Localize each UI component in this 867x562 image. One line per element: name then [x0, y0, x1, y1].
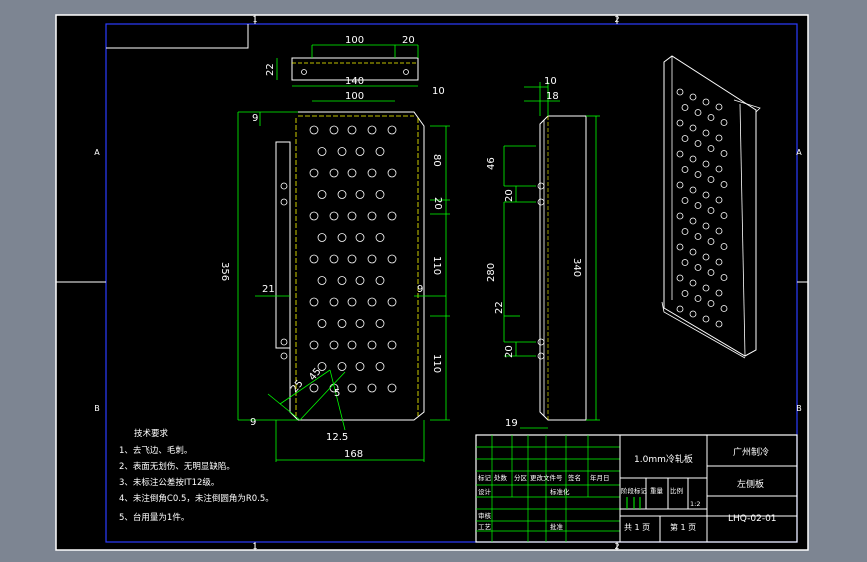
zone-letter-left-b: B — [94, 404, 100, 413]
dim-angle-5: 5 — [334, 388, 340, 399]
cad-drawing-canvas: 1 2 1 2 A B A B 100 20 22 10 140 100 9 3… — [0, 0, 867, 562]
part-name: 左侧板 — [737, 478, 764, 490]
sheet-current: 第 1 页 — [670, 522, 696, 532]
dim-side-left-22: 22 — [494, 301, 505, 314]
zone-number-bottom-2: 2 — [614, 542, 619, 551]
company-name: 广州制冷 — [733, 446, 769, 458]
rev-header-date: 年月日 — [590, 473, 610, 482]
dim-right-10: 10 — [432, 86, 445, 97]
dim-width-140: 140 — [345, 76, 364, 87]
dim-bottom-168: 168 — [344, 449, 363, 460]
dim-side-right-340: 340 — [571, 258, 582, 277]
zone-number-bottom-1: 1 — [252, 542, 257, 551]
rev-header-count: 处数 — [494, 473, 508, 482]
role-process: 工艺 — [478, 523, 492, 531]
dim-width-100: 100 — [345, 91, 364, 102]
role-approve: 批准 — [550, 522, 564, 531]
tech-note-1: 1、去飞边、毛刺。 — [119, 445, 192, 456]
dim-side-left-46: 46 — [486, 157, 497, 170]
sheet-total: 共 1 页 — [624, 523, 650, 532]
dim-right-20: 20 — [432, 197, 443, 210]
dim-side-bottom-19: 19 — [505, 418, 518, 429]
zone-letter-left-a: A — [94, 148, 100, 157]
zone-letter-right-a: A — [796, 148, 802, 157]
dim-side-top-18: 18 — [546, 91, 559, 102]
zone-letter-right-b: B — [796, 404, 802, 413]
stage-mark-label: 阶段标记 — [621, 486, 648, 495]
zone-number-top-1: 1 — [252, 15, 257, 24]
material-text: 1.0mm冷轧板 — [634, 453, 693, 465]
dim-height-356: 356 — [219, 262, 230, 281]
dim-side-top-10: 10 — [544, 76, 557, 87]
tech-note-2: 2、表面无划伤、无明显缺陷。 — [119, 461, 235, 472]
dim-right-9: 9 — [417, 284, 423, 295]
role-designer: 设计 — [478, 487, 492, 496]
scale-ratio: 1:2 — [690, 500, 700, 508]
scale-label: 比例 — [670, 486, 683, 495]
tech-note-3: 3、未标注公差按IT12级。 — [119, 477, 219, 488]
tech-note-5: 5、台用量为1件。 — [119, 512, 189, 523]
drawing-number: LHQ-02-01 — [728, 514, 777, 524]
role-standard: 标准化 — [550, 487, 570, 496]
rev-header-zone: 分区 — [514, 473, 528, 482]
tech-note-4: 4、未注倒角C0.5，未注倒圆角为R0.5。 — [119, 493, 274, 504]
dim-side-left-20-upper: 20 — [504, 189, 515, 202]
dim-right-110-upper: 110 — [431, 256, 442, 275]
dim-left-9: 9 — [252, 113, 258, 124]
role-checker: 审核 — [478, 511, 492, 520]
tech-notes-title: 技术要求 — [134, 428, 169, 439]
dim-side-left-20-lower: 20 — [504, 345, 515, 358]
dim-right-80: 80 — [431, 154, 442, 167]
dim-small-12-5: 12.5 — [326, 432, 348, 443]
rev-header-sign: 签名 — [568, 473, 581, 482]
rev-header-doc: 更改文件号 — [530, 473, 563, 482]
dim-side-left-280: 280 — [486, 263, 497, 282]
rev-header-mark: 标记 — [478, 473, 492, 482]
dim-flange-22: 22 — [265, 63, 276, 76]
dim-bottom-9: 9 — [250, 417, 256, 428]
zone-number-top-2: 2 — [614, 15, 619, 24]
dim-top-100: 100 — [345, 35, 364, 46]
dim-top-20: 20 — [402, 35, 415, 46]
dim-right-110-lower: 110 — [431, 354, 442, 373]
weight-label: 重量 — [650, 487, 664, 495]
dim-left-21: 21 — [262, 284, 275, 295]
